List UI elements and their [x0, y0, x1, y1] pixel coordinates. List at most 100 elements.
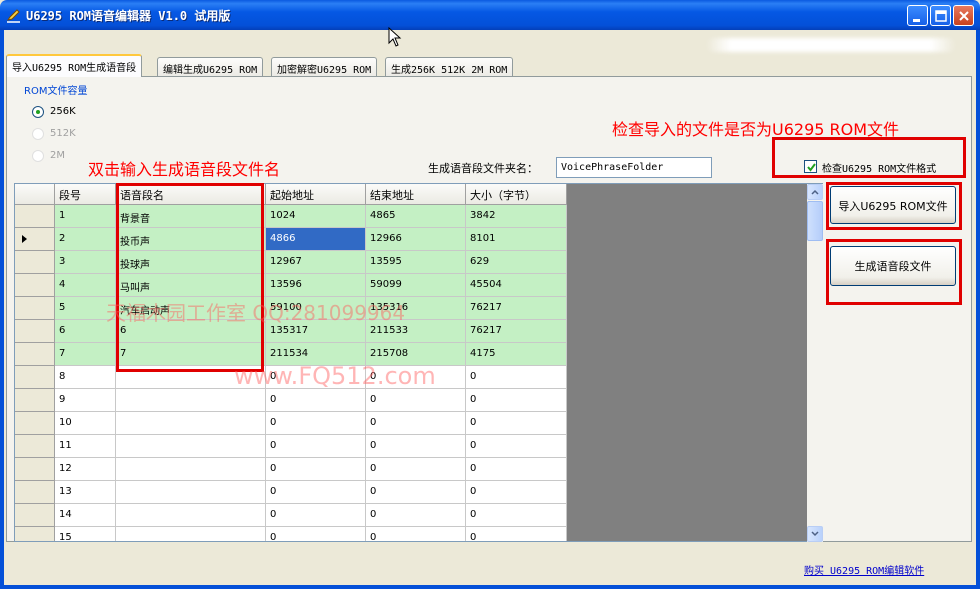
table-cell[interactable]: 6	[116, 320, 266, 343]
table-cell[interactable]: 0	[466, 504, 567, 527]
table-cell[interactable]: 0	[466, 435, 567, 458]
tab-import-rom[interactable]: 导入U6295 ROM生成语音段	[6, 54, 143, 77]
table-cell[interactable]: 0	[266, 389, 366, 412]
row-header[interactable]	[15, 481, 55, 504]
table-cell[interactable]: 11	[55, 435, 116, 458]
table-cell[interactable]: 0	[366, 366, 466, 389]
tab-generate-rom[interactable]: 生成256K 512K 2M ROM	[385, 57, 514, 76]
scroll-down-button[interactable]	[807, 526, 823, 542]
table-cell[interactable]: 0	[366, 481, 466, 504]
tab-encrypt-rom[interactable]: 加密解密U6295 ROM	[271, 57, 378, 76]
table-cell[interactable]	[116, 366, 266, 389]
table-cell[interactable]: 0	[266, 435, 366, 458]
table-cell[interactable]: 59099	[366, 274, 466, 297]
table-cell[interactable]: 0	[466, 481, 567, 504]
close-button[interactable]	[953, 5, 974, 26]
table-cell[interactable]: 0	[466, 527, 567, 541]
grid-vertical-scrollbar[interactable]	[807, 184, 823, 542]
table-row[interactable]: 14 0 0 0	[15, 504, 567, 527]
table-cell[interactable]: 4175	[466, 343, 567, 366]
table-cell[interactable]: 4	[55, 274, 116, 297]
row-header[interactable]	[15, 251, 55, 274]
table-cell[interactable]: 215708	[366, 343, 466, 366]
table-cell[interactable]: 8101	[466, 228, 567, 251]
table-cell[interactable]: 13595	[366, 251, 466, 274]
import-rom-button[interactable]: 导入U6295 ROM文件	[830, 186, 956, 224]
table-cell[interactable]: 0	[466, 458, 567, 481]
row-header[interactable]	[15, 527, 55, 541]
table-cell[interactable]: 135316	[366, 297, 466, 320]
table-cell[interactable]: 3842	[466, 205, 567, 228]
column-header[interactable]: 语音段名	[116, 184, 266, 205]
generate-phrase-button[interactable]: 生成语音段文件	[830, 246, 956, 286]
table-cell[interactable]	[116, 412, 266, 435]
table-cell[interactable]	[116, 504, 266, 527]
table-cell[interactable]: 4865	[366, 205, 466, 228]
table-cell[interactable]: 13596	[266, 274, 366, 297]
scroll-up-button[interactable]	[807, 184, 823, 200]
table-cell[interactable]: 1024	[266, 205, 366, 228]
row-header[interactable]	[15, 320, 55, 343]
table-cell[interactable]: 45504	[466, 274, 567, 297]
checkbox[interactable]	[804, 160, 817, 173]
table-cell[interactable]: 0	[266, 366, 366, 389]
table-row[interactable]: 8000	[15, 366, 567, 389]
column-header[interactable]: 大小（字节）	[466, 184, 567, 205]
table-cell[interactable]: 135317	[266, 320, 366, 343]
column-header[interactable]: 起始地址	[266, 184, 366, 205]
table-cell[interactable]: 59100	[266, 297, 366, 320]
row-header[interactable]	[15, 435, 55, 458]
table-row[interactable]: 12 0 0 0	[15, 458, 567, 481]
table-cell[interactable]: 汽车启动声	[116, 297, 266, 320]
table-cell[interactable]	[116, 481, 266, 504]
minimize-button[interactable]	[907, 5, 928, 26]
table-cell[interactable]: 背景音	[116, 205, 266, 228]
table-row[interactable]: 4 马叫声 13596 59099 45504	[15, 274, 567, 297]
table-cell[interactable]: 211533	[366, 320, 466, 343]
table-row[interactable]: 7 7 211534 215708 4175	[15, 343, 567, 366]
tab-edit-rom[interactable]: 编辑生成U6295 ROM	[157, 57, 264, 76]
table-row[interactable]: 15 0 0 0	[15, 527, 567, 541]
table-cell[interactable]: 76217	[466, 297, 567, 320]
row-header[interactable]	[15, 228, 55, 251]
table-row[interactable]: 6 6 135317 211533 76217	[15, 320, 567, 343]
row-header[interactable]	[15, 504, 55, 527]
table-cell[interactable]	[116, 389, 266, 412]
table-cell[interactable]: 3	[55, 251, 116, 274]
table-row[interactable]: 3 投球声 12967 13595 629	[15, 251, 567, 274]
table-cell[interactable]: 5	[55, 297, 116, 320]
table-cell[interactable]: 6	[55, 320, 116, 343]
column-header[interactable]: 结束地址	[366, 184, 466, 205]
row-header[interactable]	[15, 343, 55, 366]
table-cell[interactable]: 0	[466, 412, 567, 435]
table-cell[interactable]: 0	[366, 412, 466, 435]
table-cell[interactable]: 211534	[266, 343, 366, 366]
row-header[interactable]	[15, 458, 55, 481]
table-cell[interactable]: 10	[55, 412, 116, 435]
table-cell[interactable]	[116, 527, 266, 541]
radio-button[interactable]	[32, 150, 44, 162]
table-cell[interactable]	[116, 458, 266, 481]
table-cell[interactable]: 2	[55, 228, 116, 251]
radio-button[interactable]	[32, 106, 44, 118]
table-row[interactable]: 13 0 0 0	[15, 481, 567, 504]
table-cell[interactable]: 0	[366, 527, 466, 541]
table-cell[interactable]: 0	[266, 458, 366, 481]
table-cell[interactable]: 1	[55, 205, 116, 228]
table-cell[interactable]: 0	[266, 527, 366, 541]
table-row[interactable]: 11 0 0 0	[15, 435, 567, 458]
table-cell[interactable]: 0	[366, 504, 466, 527]
table-cell[interactable]: 7	[55, 343, 116, 366]
table-row[interactable]: 5 汽车启动声 59100 135316 76217	[15, 297, 567, 320]
table-cell[interactable]: 12	[55, 458, 116, 481]
table-cell[interactable]: 9	[55, 389, 116, 412]
table-cell[interactable]: 14	[55, 504, 116, 527]
buy-software-link[interactable]: 购买 U6295 ROM编辑软件	[804, 562, 924, 577]
table-row[interactable]: 10 0 0 0	[15, 412, 567, 435]
table-cell[interactable]: 0	[366, 435, 466, 458]
scroll-thumb[interactable]	[807, 201, 823, 241]
table-cell[interactable]: 4866	[266, 228, 366, 251]
table-cell[interactable]: 629	[466, 251, 567, 274]
row-header[interactable]	[15, 297, 55, 320]
table-cell[interactable]: 12967	[266, 251, 366, 274]
